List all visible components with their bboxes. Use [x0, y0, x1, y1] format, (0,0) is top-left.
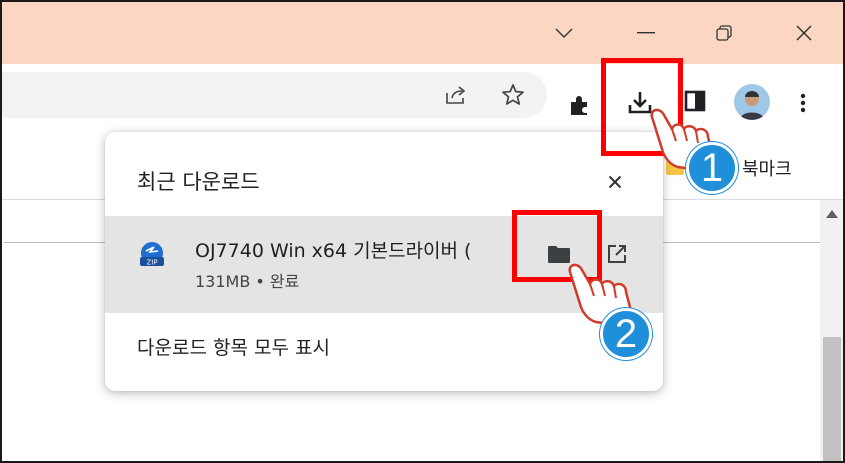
svg-text:ZIP: ZIP: [146, 259, 157, 267]
step-badge-2: 2: [600, 308, 652, 360]
downloads-title: 최근 다운로드: [137, 170, 260, 194]
download-status: 131MB • 완료: [195, 272, 300, 291]
extensions-icon[interactable]: [567, 92, 593, 118]
minimize-button[interactable]: [628, 16, 664, 50]
tab-search-chevron-icon[interactable]: [546, 16, 582, 50]
share-icon[interactable]: [444, 83, 468, 107]
browser-window: 북마크 최근 다운로드 ZIP OJ7740 Win x64 기본드라이버 ( …: [0, 0, 845, 463]
download-filename: OJ7740 Win x64 기본드라이버 (: [195, 240, 472, 262]
scroll-up-arrow-icon[interactable]: [826, 210, 838, 218]
bookmark-star-icon[interactable]: [500, 82, 526, 108]
restore-button[interactable]: [706, 16, 742, 50]
bookmarks-label[interactable]: 북마크: [742, 155, 792, 181]
step-badge-1: 1: [686, 142, 738, 194]
show-all-downloads-link[interactable]: 다운로드 항목 모두 표시: [137, 333, 330, 360]
title-bar: [2, 2, 843, 64]
close-bubble-button[interactable]: [603, 170, 627, 194]
scrollbar-thumb[interactable]: [823, 337, 841, 461]
close-window-button[interactable]: [786, 16, 822, 50]
zip-file-icon: ZIP: [137, 240, 167, 270]
address-bar[interactable]: [2, 72, 547, 118]
menu-icon[interactable]: [796, 90, 810, 116]
avatar[interactable]: [734, 84, 770, 120]
